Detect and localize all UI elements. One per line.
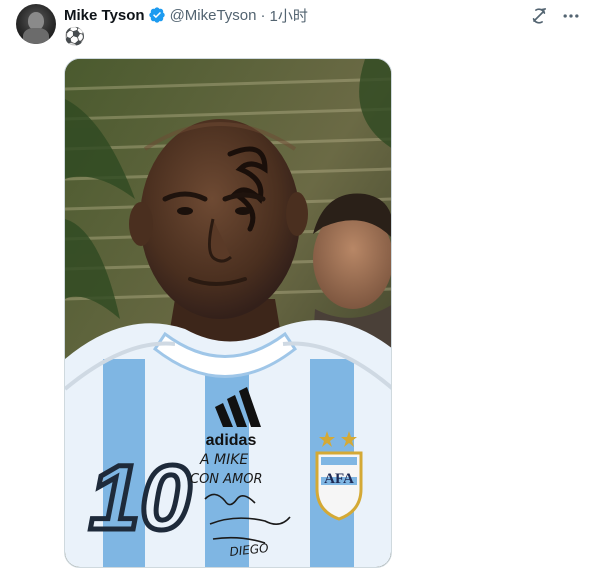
avatar-body	[23, 28, 49, 44]
tweet-photo[interactable]: adidas 10 A MIKE CON AMOR DIEGO AFA	[64, 58, 392, 568]
photo-illustration: adidas 10 A MIKE CON AMOR DIEGO AFA	[65, 59, 391, 567]
more-icon[interactable]	[559, 4, 583, 28]
handle[interactable]: @MikeTyson	[170, 7, 257, 24]
autograph-line-1: A MIKE	[199, 452, 248, 468]
jersey-number: 10	[89, 447, 191, 549]
tweet-header: Mike Tyson @MikeTyson · 1小时	[64, 5, 308, 25]
avatar[interactable]	[16, 4, 56, 44]
separator-dot: ·	[260, 6, 266, 24]
timestamp[interactable]: 1小时	[270, 5, 308, 26]
tweet-text: ⚽	[64, 27, 86, 46]
crest-text: AFA	[324, 471, 354, 487]
tweet: Mike Tyson @MikeTyson · 1小时 ⚽ adidas 10 …	[0, 0, 591, 578]
tweet-actions	[527, 4, 583, 28]
grok-icon[interactable]	[527, 4, 551, 28]
autograph-line-2: CON AMOR	[190, 472, 263, 487]
verified-badge-icon	[148, 6, 166, 24]
display-name[interactable]: Mike Tyson	[64, 7, 145, 24]
jersey-brand: adidas	[206, 432, 257, 449]
